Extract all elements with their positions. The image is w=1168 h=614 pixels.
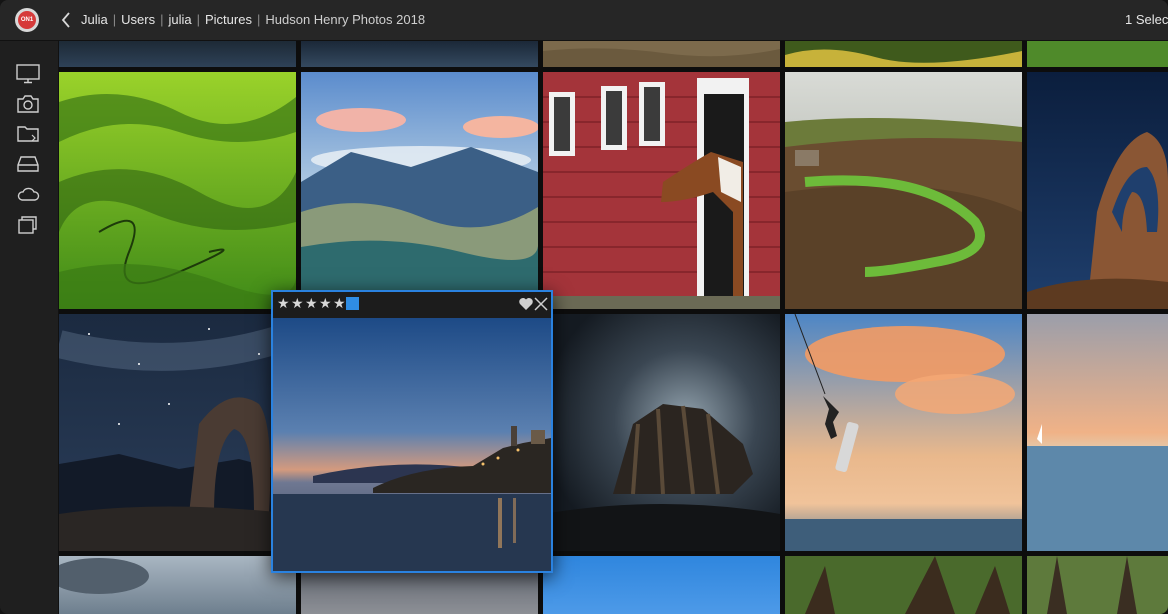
breadcrumb-item-julia-home[interactable]: julia — [168, 12, 191, 27]
breadcrumb-separator: | — [256, 12, 261, 27]
breadcrumb-item-pictures[interactable]: Pictures — [205, 12, 252, 27]
breadcrumb-item-julia[interactable]: Julia — [81, 12, 108, 27]
cloud-icon — [17, 187, 40, 201]
photo-thumbnail[interactable] — [785, 41, 1022, 67]
star-icon[interactable]: ★ — [333, 295, 346, 311]
photo-thumbnail[interactable] — [301, 41, 538, 67]
star-icon[interactable]: ★ — [277, 295, 290, 311]
reject-button[interactable] — [534, 296, 548, 312]
selected-photo-card[interactable]: ★ ★ ★ ★ ★ — [271, 290, 553, 573]
heart-icon — [519, 298, 533, 310]
photo-image — [543, 556, 780, 614]
color-label-swatch[interactable] — [346, 297, 359, 310]
photo-image — [543, 41, 780, 67]
photo-image — [301, 72, 538, 309]
photo-thumbnail[interactable] — [543, 314, 780, 551]
photo-image — [543, 314, 780, 551]
sidebar-item-albums[interactable] — [15, 213, 41, 235]
chevron-left-icon — [61, 12, 70, 28]
photo-thumbnail[interactable] — [1027, 314, 1168, 551]
albums-icon — [18, 216, 37, 234]
sidebar-item-desktop[interactable] — [15, 63, 41, 85]
photo-grid — [59, 41, 1168, 614]
photo-thumbnail[interactable] — [543, 41, 780, 67]
photo-image — [785, 556, 1022, 614]
star-icon[interactable]: ★ — [291, 295, 304, 311]
photo-image — [59, 72, 296, 309]
photo-thumbnail[interactable] — [59, 314, 296, 551]
photo-thumbnail[interactable] — [785, 72, 1022, 309]
selection-count: 1 Selected — [1125, 12, 1168, 27]
photo-thumbnail[interactable] — [59, 556, 296, 614]
folder-icon — [17, 126, 39, 142]
selected-photo-preview[interactable] — [273, 318, 551, 571]
photo-thumbnail[interactable] — [301, 72, 538, 309]
photo-card-toolbar: ★ ★ ★ ★ ★ — [273, 292, 551, 316]
photo-thumbnail[interactable] — [543, 72, 780, 309]
app-logo-icon[interactable]: ON1 — [15, 8, 39, 32]
drive-icon — [17, 156, 39, 172]
camera-icon — [17, 95, 39, 113]
photo-thumbnail[interactable] — [543, 556, 780, 614]
photo-thumbnail[interactable] — [1027, 72, 1168, 309]
top-bar: ON1 Julia | Users | julia | Pictures | H… — [0, 0, 1168, 41]
like-button[interactable] — [518, 296, 534, 312]
star-icon[interactable]: ★ — [305, 295, 318, 311]
breadcrumb-item-users[interactable]: Users — [121, 12, 155, 27]
photo-image — [785, 72, 1022, 309]
star-icon[interactable]: ★ — [319, 295, 332, 311]
app-logo-mark: ON1 — [18, 11, 36, 29]
photo-image — [785, 41, 1022, 67]
photo-image — [785, 314, 1022, 551]
photo-thumbnail[interactable] — [59, 41, 296, 67]
photo-image — [1027, 556, 1168, 614]
breadcrumb-separator: | — [160, 12, 164, 27]
breadcrumb-separator: | — [112, 12, 117, 27]
photo-image — [1027, 314, 1168, 551]
breadcrumb: Julia | Users | julia | Pictures | Hudso… — [81, 12, 425, 27]
photo-image — [543, 72, 780, 309]
close-icon — [534, 297, 548, 311]
photo-image — [301, 41, 538, 67]
breadcrumb-separator: | — [196, 12, 200, 27]
photo-image — [1027, 41, 1168, 67]
photo-image — [273, 318, 551, 571]
desktop-icon — [16, 64, 40, 84]
photo-image — [59, 41, 296, 67]
breadcrumb-item-current-folder[interactable]: Hudson Henry Photos 2018 — [265, 12, 425, 27]
photo-thumbnail[interactable] — [1027, 556, 1168, 614]
sidebar — [0, 41, 59, 614]
photo-image — [59, 556, 296, 614]
sidebar-item-camera[interactable] — [15, 93, 41, 115]
app-window: ON1 Julia | Users | julia | Pictures | H… — [0, 0, 1168, 614]
photo-thumbnail[interactable] — [785, 556, 1022, 614]
star-rating: ★ ★ ★ ★ ★ — [277, 295, 346, 311]
photo-thumbnail[interactable] — [59, 72, 296, 309]
photo-image — [59, 314, 296, 551]
photo-thumbnail[interactable] — [785, 314, 1022, 551]
sidebar-item-cloud[interactable] — [15, 183, 41, 205]
sidebar-item-drives[interactable] — [15, 153, 41, 175]
back-button[interactable] — [58, 9, 74, 31]
photo-thumbnail[interactable] — [1027, 41, 1168, 67]
photo-image — [1027, 72, 1168, 309]
sidebar-item-folders[interactable] — [15, 123, 41, 145]
